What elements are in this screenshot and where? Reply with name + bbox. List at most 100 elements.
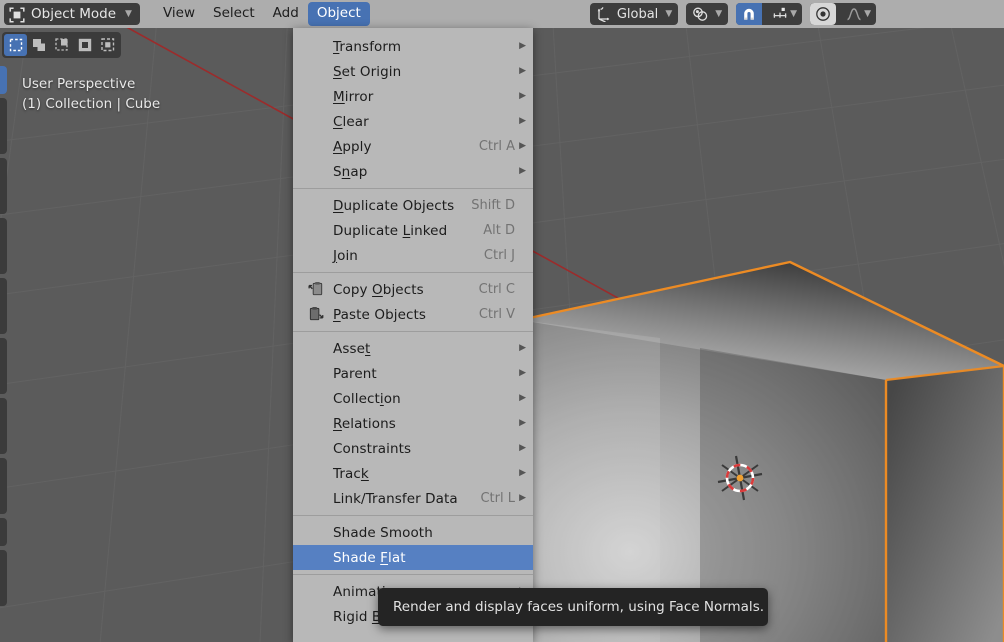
menu-item-label: Shade Flat xyxy=(333,549,406,566)
menu-item-snap[interactable]: Snap ▶ xyxy=(293,159,533,184)
chevron-down-icon: ▼ xyxy=(665,8,673,19)
tool-move[interactable] xyxy=(0,218,7,274)
snapping-group[interactable]: ▼ xyxy=(736,3,803,25)
header-tool-settings: Global ▼ ▼ ▼ ▼ xyxy=(589,3,876,25)
select-mode-extend[interactable] xyxy=(50,34,73,56)
tool-rotate[interactable] xyxy=(0,278,7,334)
menu-item-clear[interactable]: Clear ▶ xyxy=(293,109,533,134)
submenu-arrow-icon: ▶ xyxy=(519,41,526,51)
menu-item-label: Constraints xyxy=(333,440,412,457)
submenu-arrow-icon: ▶ xyxy=(519,116,526,126)
menu-object[interactable]: Object xyxy=(307,2,370,26)
menu-item-label: Collection xyxy=(333,390,401,407)
menu-item-mirror[interactable]: Mirror ▶ xyxy=(293,84,533,109)
select-mode-box[interactable] xyxy=(27,34,50,56)
menu-separator xyxy=(293,515,533,516)
transform-orientation-selector[interactable]: Global ▼ xyxy=(589,3,679,25)
menu-item-label: Apply xyxy=(333,138,372,155)
menu-item-shortcut: Shift D xyxy=(471,198,515,213)
copy-icon xyxy=(308,281,323,296)
tool-annotate[interactable] xyxy=(0,458,7,514)
menu-item-apply[interactable]: Apply Ctrl A ▶ xyxy=(293,134,533,159)
menu-item-join[interactable]: Join Ctrl J ▶ xyxy=(293,243,533,268)
tool-select[interactable] xyxy=(0,98,7,154)
tool-transform[interactable] xyxy=(0,398,7,454)
menu-separator xyxy=(293,574,533,575)
viewport-toolbar[interactable] xyxy=(0,66,7,606)
snap-toggle[interactable] xyxy=(736,3,763,25)
submenu-arrow-icon: ▶ xyxy=(519,418,526,428)
menu-item-link-transfer-data[interactable]: Link/Transfer Data Ctrl L ▶ xyxy=(293,486,533,511)
select-mode-toolbar[interactable] xyxy=(2,32,121,58)
menu-add[interactable]: Add xyxy=(264,2,308,26)
menu-item-shortcut: Ctrl J xyxy=(483,248,515,263)
tool-measure[interactable] xyxy=(0,518,7,546)
chevron-down-icon: ▼ xyxy=(715,8,723,19)
submenu-arrow-icon: ▶ xyxy=(519,141,526,151)
menu-item-label: Relations xyxy=(333,415,396,432)
proportional-editing-group[interactable]: ▼ xyxy=(810,3,876,25)
menubar[interactable]: View Select Add Object xyxy=(154,0,370,28)
select-mode-intersect[interactable] xyxy=(96,34,119,56)
proportional-edit-toggle[interactable] xyxy=(810,3,837,25)
submenu-arrow-icon: ▶ xyxy=(519,66,526,76)
select-mode-subtract[interactable] xyxy=(73,34,96,56)
menu-item-parent[interactable]: Parent ▶ xyxy=(293,361,533,386)
menu-separator xyxy=(293,188,533,189)
submenu-arrow-icon: ▶ xyxy=(519,443,526,453)
submenu-arrow-icon: ▶ xyxy=(519,393,526,403)
submenu-arrow-icon: ▶ xyxy=(519,368,526,378)
menu-item-label: Join xyxy=(333,247,358,264)
menu-item-label: Track xyxy=(333,465,369,482)
menu-view[interactable]: View xyxy=(154,2,204,26)
menu-item-set-origin[interactable]: Set Origin ▶ xyxy=(293,59,533,84)
paste-icon xyxy=(309,306,324,321)
menu-item-shortcut: Ctrl C xyxy=(478,282,515,297)
menu-item-copy-objects[interactable]: Copy Objects Ctrl C ▶ xyxy=(293,277,533,302)
submenu-arrow-icon: ▶ xyxy=(519,493,526,503)
menu-item-track[interactable]: Track ▶ xyxy=(293,461,533,486)
object-mode-icon xyxy=(9,6,25,23)
tool-add-cube[interactable] xyxy=(0,550,7,606)
pivot-point-icon xyxy=(693,7,708,21)
menu-item-constraints[interactable]: Constraints ▶ xyxy=(293,436,533,461)
snap-target-selector[interactable]: ▼ xyxy=(767,3,802,25)
menu-item-shade-flat[interactable]: Shade Flat ▶ xyxy=(293,545,533,570)
menu-separator xyxy=(293,331,533,332)
blender-window: User Perspective (1) Collection | Cube O… xyxy=(0,0,1004,642)
transform-orientation-label: Global xyxy=(616,6,659,22)
falloff-selector[interactable]: ▼ xyxy=(841,3,876,25)
tool-scale[interactable] xyxy=(0,338,7,394)
menu-item-shortcut: Ctrl L xyxy=(480,491,515,506)
menu-item-relations[interactable]: Relations ▶ xyxy=(293,411,533,436)
orientation-axes-icon xyxy=(597,7,610,22)
menu-item-label: Duplicate Objects xyxy=(333,197,455,214)
menu-item-collection[interactable]: Collection ▶ xyxy=(293,386,533,411)
menu-select[interactable]: Select xyxy=(204,2,264,26)
tool-cursor[interactable] xyxy=(0,158,7,214)
menu-item-transform[interactable]: Transform ▶ xyxy=(293,34,533,59)
menu-item-label: Asset xyxy=(333,340,371,357)
menu-item-label: Mirror xyxy=(333,88,374,105)
menu-item-shade-smooth[interactable]: Shade Smooth ▶ xyxy=(293,520,533,545)
menu-item-duplicate-objects[interactable]: Duplicate Objects Shift D ▶ xyxy=(293,193,533,218)
pivot-point-selector[interactable]: ▼ xyxy=(686,3,729,25)
proportional-dot-icon xyxy=(816,7,830,21)
menu-item-paste-objects[interactable]: Paste Objects Ctrl V ▶ xyxy=(293,302,533,327)
object-menu-dropdown[interactable]: Transform ▶ Set Origin ▶ Mirror ▶ Clear … xyxy=(293,28,533,642)
menu-item-label: Copy Objects xyxy=(333,281,424,298)
submenu-arrow-icon: ▶ xyxy=(519,468,526,478)
chevron-down-icon: ▼ xyxy=(790,8,798,19)
menu-item-label: Parent xyxy=(333,365,377,382)
tool-tweak[interactable] xyxy=(0,66,7,94)
select-mode-tweak[interactable] xyxy=(4,34,27,56)
menu-item-label: Paste Objects xyxy=(333,306,427,323)
snap-increment-icon xyxy=(773,7,787,18)
menu-item-asset[interactable]: Asset ▶ xyxy=(293,336,533,361)
menu-item-shortcut: Alt D xyxy=(483,223,515,238)
select-box-icon xyxy=(32,39,45,51)
menu-item-label: Clear xyxy=(333,113,369,130)
mode-selector[interactable]: Object Mode ▼ xyxy=(4,3,140,25)
menu-item-duplicate-linked[interactable]: Duplicate Linked Alt D ▶ xyxy=(293,218,533,243)
select-extend-icon xyxy=(54,38,68,51)
